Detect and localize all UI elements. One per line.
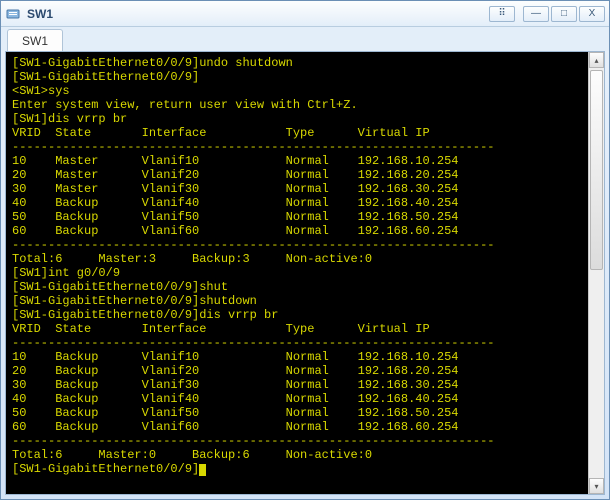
minimize-button[interactable]: — — [523, 6, 549, 22]
tab-sw1[interactable]: SW1 — [7, 29, 63, 51]
terminal-cursor — [199, 464, 206, 476]
close-button[interactable]: X — [579, 6, 605, 22]
titlebar: SW1 ⠿ — □ X — [1, 1, 609, 27]
maximize-button[interactable]: □ — [551, 6, 577, 22]
terminal[interactable]: [SW1-GigabitEthernet0/0/9]undo shutdown … — [6, 52, 588, 494]
app-icon — [5, 6, 21, 22]
popout-button[interactable]: ⠿ — [489, 6, 515, 22]
app-window: SW1 ⠿ — □ X SW1 [SW1-GigabitEthernet0/0/… — [0, 0, 610, 500]
window-title: SW1 — [27, 7, 489, 21]
terminal-container: [SW1-GigabitEthernet0/0/9]undo shutdown … — [5, 51, 605, 495]
scroll-track[interactable] — [589, 68, 604, 478]
scrollbar[interactable]: ▴ ▾ — [588, 52, 604, 494]
window-controls: ⠿ — □ X — [489, 6, 605, 22]
scroll-up-button[interactable]: ▴ — [589, 52, 604, 68]
scroll-thumb[interactable] — [590, 70, 603, 270]
tabstrip: SW1 — [1, 27, 609, 51]
scroll-down-button[interactable]: ▾ — [589, 478, 604, 494]
